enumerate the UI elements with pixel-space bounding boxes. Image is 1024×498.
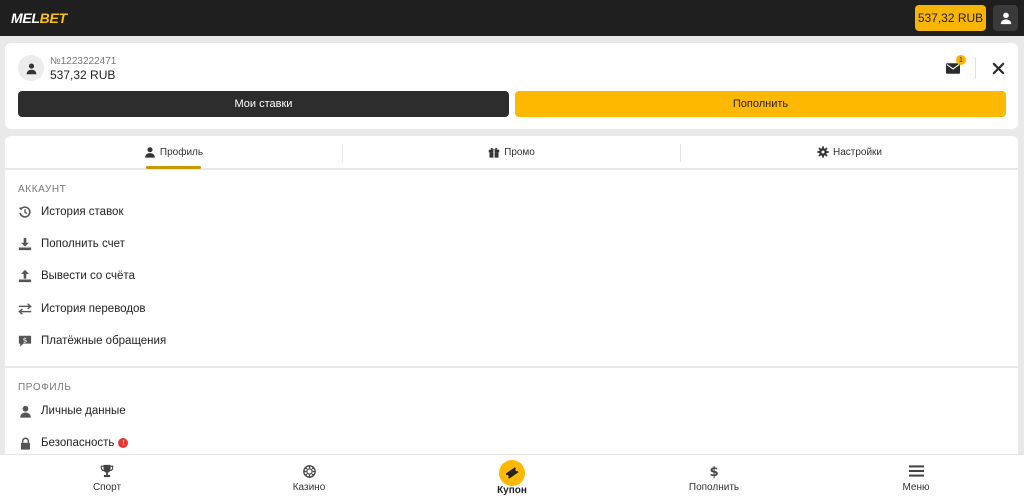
section-title-account: АККАУНТ (18, 184, 67, 195)
deposit-button[interactable]: Пополнить (515, 91, 1006, 117)
nav-coupon-button[interactable] (499, 460, 525, 486)
header-balance-button[interactable]: 537,32 RUB (915, 5, 986, 31)
menu-item-deposit[interactable]: Пополнить счет (17, 234, 125, 254)
download-icon (18, 237, 32, 251)
svg-text:$: $ (709, 465, 718, 479)
account-balance: 537,32 RUB (50, 68, 116, 82)
menu-item-label: Пополнить счет (41, 238, 125, 250)
nav-deposit-label: Пополнить (688, 482, 740, 493)
nav-menu[interactable]: Меню (876, 455, 956, 498)
logo-text-main: MEL (11, 10, 40, 26)
transfer-icon (18, 303, 32, 315)
account-id: №1223222471 (50, 56, 117, 67)
section-title-profile: ПРОФИЛЬ (18, 382, 72, 393)
tab-profile[interactable]: Профиль (5, 136, 342, 168)
my-bets-button[interactable]: Мои ставки (18, 91, 509, 117)
menu-item-label: История ставок (41, 206, 124, 218)
melbet-logo[interactable]: MELBET (11, 10, 67, 26)
profile-section: ПРОФИЛЬ Личные данные Безопасность ! (5, 368, 1018, 454)
tab-promo[interactable]: Промо (343, 136, 680, 168)
gift-icon (488, 148, 500, 158)
avatar (18, 55, 44, 81)
menu-item-bet-history[interactable]: История ставок (17, 202, 123, 222)
user-icon (19, 405, 31, 418)
messages-button[interactable]: 1 (945, 55, 966, 77)
messages-count-badge: 1 (956, 55, 966, 65)
logo-text-accent: BET (39, 10, 67, 26)
menu-item-transfer-history[interactable]: История переводов (17, 299, 146, 319)
ticket-icon (505, 467, 519, 479)
menu-item-label: Безопасность (41, 437, 115, 449)
nav-menu-label: Меню (902, 482, 930, 493)
gear-icon (817, 146, 829, 158)
header-balance-text: 537,32 RUB (917, 11, 984, 25)
history-icon (18, 206, 31, 218)
account-card: №1223222471 537,32 RUB 1 Мои ставки Попо… (5, 43, 1018, 129)
menu-item-security[interactable]: Безопасность ! (17, 433, 129, 453)
tab-settings[interactable]: Настройки (681, 136, 1018, 168)
close-button[interactable] (990, 60, 1006, 76)
profile-tabs: Профиль Промо Настройки (5, 136, 1018, 169)
svg-text:$: $ (23, 336, 27, 344)
envelope-icon (946, 63, 960, 74)
menu-item-label: Личные данные (41, 405, 126, 417)
menu-item-label: Платёжные обращения (41, 335, 167, 347)
nav-sport[interactable]: Спорт (67, 455, 147, 498)
menu-icon (908, 465, 924, 477)
nav-deposit[interactable]: $ Пополнить (674, 455, 754, 498)
deposit-label: Пополнить (732, 98, 789, 110)
menu-item-label: История переводов (41, 303, 146, 315)
top-bar: MELBET 537,32 RUB (0, 0, 1024, 36)
menu-item-withdraw[interactable]: Вывести со счёта (17, 266, 135, 286)
menu-item-personal-data[interactable]: Личные данные (17, 401, 126, 421)
trophy-icon (100, 464, 114, 478)
my-bets-label: Мои ставки (234, 98, 293, 110)
tab-profile-label: Профиль (159, 146, 204, 158)
upload-icon (18, 269, 32, 283)
user-icon (1000, 12, 1011, 25)
menu-item-label: Вывести со счёта (41, 270, 135, 282)
nav-coupon-label[interactable]: Купон (482, 485, 542, 496)
nav-casino-label: Казино (292, 482, 326, 493)
user-icon (145, 147, 155, 158)
user-icon (26, 62, 36, 74)
tab-promo-label: Промо (504, 146, 535, 158)
casino-chip-icon (302, 464, 316, 478)
divider (975, 57, 976, 79)
payment-chat-icon: $ (18, 335, 32, 347)
bottom-navigation: Спорт Казино Купон $ Пополнить Меню (0, 454, 1024, 498)
close-icon (992, 62, 1004, 74)
active-tab-indicator (146, 166, 201, 169)
security-alert-badge: ! (118, 438, 129, 448)
nav-casino[interactable]: Казино (269, 455, 349, 498)
dollar-icon: $ (709, 465, 718, 479)
tab-settings-label: Настройки (832, 146, 883, 158)
account-section: АККАУНТ История ставок Пополнить счет Вы… (5, 170, 1018, 366)
menu-item-payment-requests[interactable]: $ Платёжные обращения (17, 331, 166, 351)
lock-icon (20, 437, 30, 450)
header-user-button[interactable] (993, 5, 1018, 31)
nav-sport-label: Спорт (92, 482, 122, 493)
